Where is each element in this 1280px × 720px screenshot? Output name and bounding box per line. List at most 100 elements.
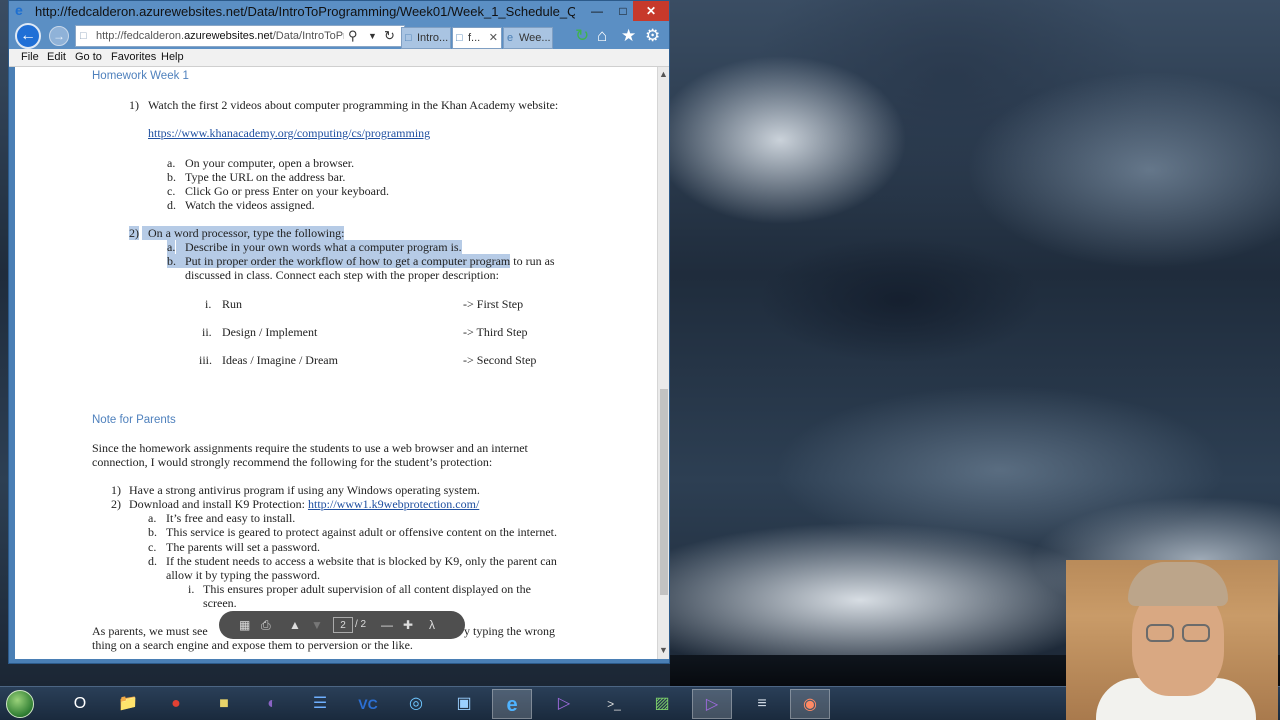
eclipse-icon[interactable]: ◐ <box>252 689 292 719</box>
zoom-out-icon[interactable]: — <box>381 617 393 633</box>
k9-point-b-letter: b. <box>148 525 157 539</box>
compatibility-icon[interactable]: ↻ <box>575 25 589 47</box>
parents-item-2-number: 2) <box>111 497 121 511</box>
item-2a-letter: a. <box>167 240 176 254</box>
file-explorer-icon[interactable]: 📁 <box>108 689 148 719</box>
tab-ie-icon: e <box>507 32 514 44</box>
k9-point-d-line-2: allow it by typing the password. <box>166 568 320 582</box>
item-2b-text: Put in proper order the workflow of how … <box>185 254 555 268</box>
next-page-icon[interactable]: ▼ <box>311 617 323 633</box>
save-icon[interactable]: ▦ <box>239 617 250 633</box>
media-app-icon[interactable]: ◉ <box>790 689 830 719</box>
workflow-2-step: -> Third Step <box>463 325 528 339</box>
workflow-1-step: -> First Step <box>463 297 524 311</box>
tab-page-icon: □ <box>405 32 412 44</box>
pdf-toolbar: ▦ ⎙ ▲ ▼ 2 / 2 — ✚ λ <box>219 611 465 639</box>
gear-icon[interactable]: ⚙ <box>645 25 660 47</box>
parents-item-1-text: Have a strong antivirus program if using… <box>129 483 480 497</box>
tab-close-icon[interactable]: ✕ <box>489 28 498 48</box>
close-button[interactable]: ✕ <box>633 1 669 21</box>
print-icon[interactable]: ⎙ <box>261 617 271 633</box>
workflow-3-name: Ideas / Imagine / Dream <box>222 353 338 367</box>
menu-help[interactable]: Help <box>161 49 184 66</box>
tab-pdf-icon: □ <box>456 32 463 44</box>
zoom-in-icon[interactable]: ✚ <box>403 617 413 633</box>
outlook-icon[interactable]: O <box>60 689 100 719</box>
visual-studio-icon[interactable]: ▷ <box>544 689 584 719</box>
browser-window: e http://fedcalderon.azurewebsites.net/D… <box>8 0 670 664</box>
browser-toolbar-icons: ↻ ⌂ ★ ⚙ <box>573 25 669 47</box>
home-icon[interactable]: ⌂ <box>597 25 607 47</box>
vertical-scrollbar[interactable]: ▲ ▼ <box>657 67 669 659</box>
item-1-number: 1) <box>129 98 139 112</box>
k9-point-d-text: If the student needs to access a website… <box>166 554 557 568</box>
start-button[interactable] <box>2 689 38 719</box>
step-c-text: Click Go or press Enter on your keyboard… <box>185 184 389 198</box>
previous-page-icon[interactable]: ▲ <box>289 617 301 633</box>
tab-intro[interactable]: □ Intro... <box>401 27 451 49</box>
workflow-1-num: i. <box>205 297 212 311</box>
k9-point-a-letter: a. <box>148 511 157 525</box>
scrollbar-thumb[interactable] <box>660 389 668 595</box>
remote-desktop-icon[interactable]: ▣ <box>444 689 484 719</box>
address-text[interactable]: http://fedcalderon.azurewebsites.net/Dat… <box>96 26 344 46</box>
forward-button[interactable]: → <box>49 26 69 46</box>
k9-link[interactable]: http://www1.k9webprotection.com/ <box>308 497 479 511</box>
document-viewport[interactable]: Homework Week 1 1) Watch the first 2 vid… <box>15 67 657 659</box>
step-b-letter: b. <box>167 170 176 184</box>
internet-explorer-icon[interactable]: e <box>492 689 532 719</box>
tab-week[interactable]: e Wee... <box>503 27 553 49</box>
image-editor-icon[interactable]: ▨ <box>642 689 682 719</box>
menu-go-to[interactable]: Go to <box>75 49 102 66</box>
chrome-icon[interactable]: ● <box>156 689 196 719</box>
parents-item-1-number: 1) <box>111 483 121 497</box>
k9-subpoint-i-line-2: screen. <box>203 596 237 610</box>
workflow-2-name: Design / Implement <box>222 325 318 339</box>
workflow-2-num: ii. <box>202 325 212 339</box>
menu-file[interactable]: File <box>21 49 39 66</box>
page-number-input[interactable]: 2 <box>333 617 353 633</box>
closing-line-1-start: As parents, we must see <box>92 624 208 638</box>
scroll-down-icon[interactable]: ▼ <box>659 645 668 655</box>
closing-line-1-end: y typing the wrong <box>464 624 555 638</box>
workflow-3-num: iii. <box>199 353 213 367</box>
acrobat-tools-icon[interactable]: λ <box>429 617 435 633</box>
menu-bar: File Edit Go to Favorites Help <box>9 49 669 67</box>
scroll-up-icon[interactable]: ▲ <box>659 69 668 79</box>
page-total: / 2 <box>355 619 367 630</box>
favorites-star-icon[interactable]: ★ <box>621 25 636 47</box>
folder-icon[interactable]: ■ <box>204 689 244 719</box>
item-2-text: On a word processor, type the following: <box>148 226 345 240</box>
item-2b-highlight-gap <box>176 254 185 268</box>
windows-orb-icon <box>6 690 34 718</box>
k9-point-a-text: It’s free and easy to install. <box>166 511 296 525</box>
menu-edit[interactable]: Edit <box>47 49 66 66</box>
minimize-button[interactable]: — <box>583 1 611 21</box>
tab-current[interactable]: □ f... ✕ <box>452 27 502 49</box>
khan-academy-link[interactable]: https://www.khanacademy.org/computing/cs… <box>148 126 430 140</box>
command-prompt-icon[interactable]: >_ <box>594 689 634 719</box>
webcam-person-cap <box>1128 562 1228 606</box>
k9-point-c-letter: c. <box>148 540 157 554</box>
network-icon[interactable]: ☰ <box>300 689 340 719</box>
ie-logo-icon: e <box>15 2 23 18</box>
workflow-1-name: Run <box>222 297 243 311</box>
search-icon[interactable]: ⚲ <box>348 26 358 46</box>
database-icon[interactable]: ≡ <box>742 689 782 719</box>
step-a-letter: a. <box>167 156 176 170</box>
item-2b-letter: b. <box>167 254 176 268</box>
address-bar[interactable]: □ http://fedcalderon.azurewebsites.net/D… <box>75 25 405 47</box>
step-d-text: Watch the videos assigned. <box>185 198 315 212</box>
menu-favorites[interactable]: Favorites <box>111 49 156 66</box>
visual-c-icon[interactable]: VC <box>348 689 388 719</box>
window-title: http://fedcalderon.azurewebsites.net/Dat… <box>35 4 575 19</box>
visual-studio-2-icon[interactable]: ▷ <box>692 689 732 719</box>
browser-globe-icon[interactable]: ◎ <box>396 689 436 719</box>
homework-heading: Homework Week 1 <box>92 70 189 82</box>
chevron-down-icon[interactable]: ▼ <box>368 26 377 46</box>
step-d-letter: d. <box>167 198 176 212</box>
page-favicon-icon: □ <box>80 30 87 42</box>
title-bar: e http://fedcalderon.azurewebsites.net/D… <box>9 1 669 21</box>
refresh-icon[interactable]: ↻ <box>384 26 395 46</box>
back-button[interactable]: ← <box>15 23 41 49</box>
